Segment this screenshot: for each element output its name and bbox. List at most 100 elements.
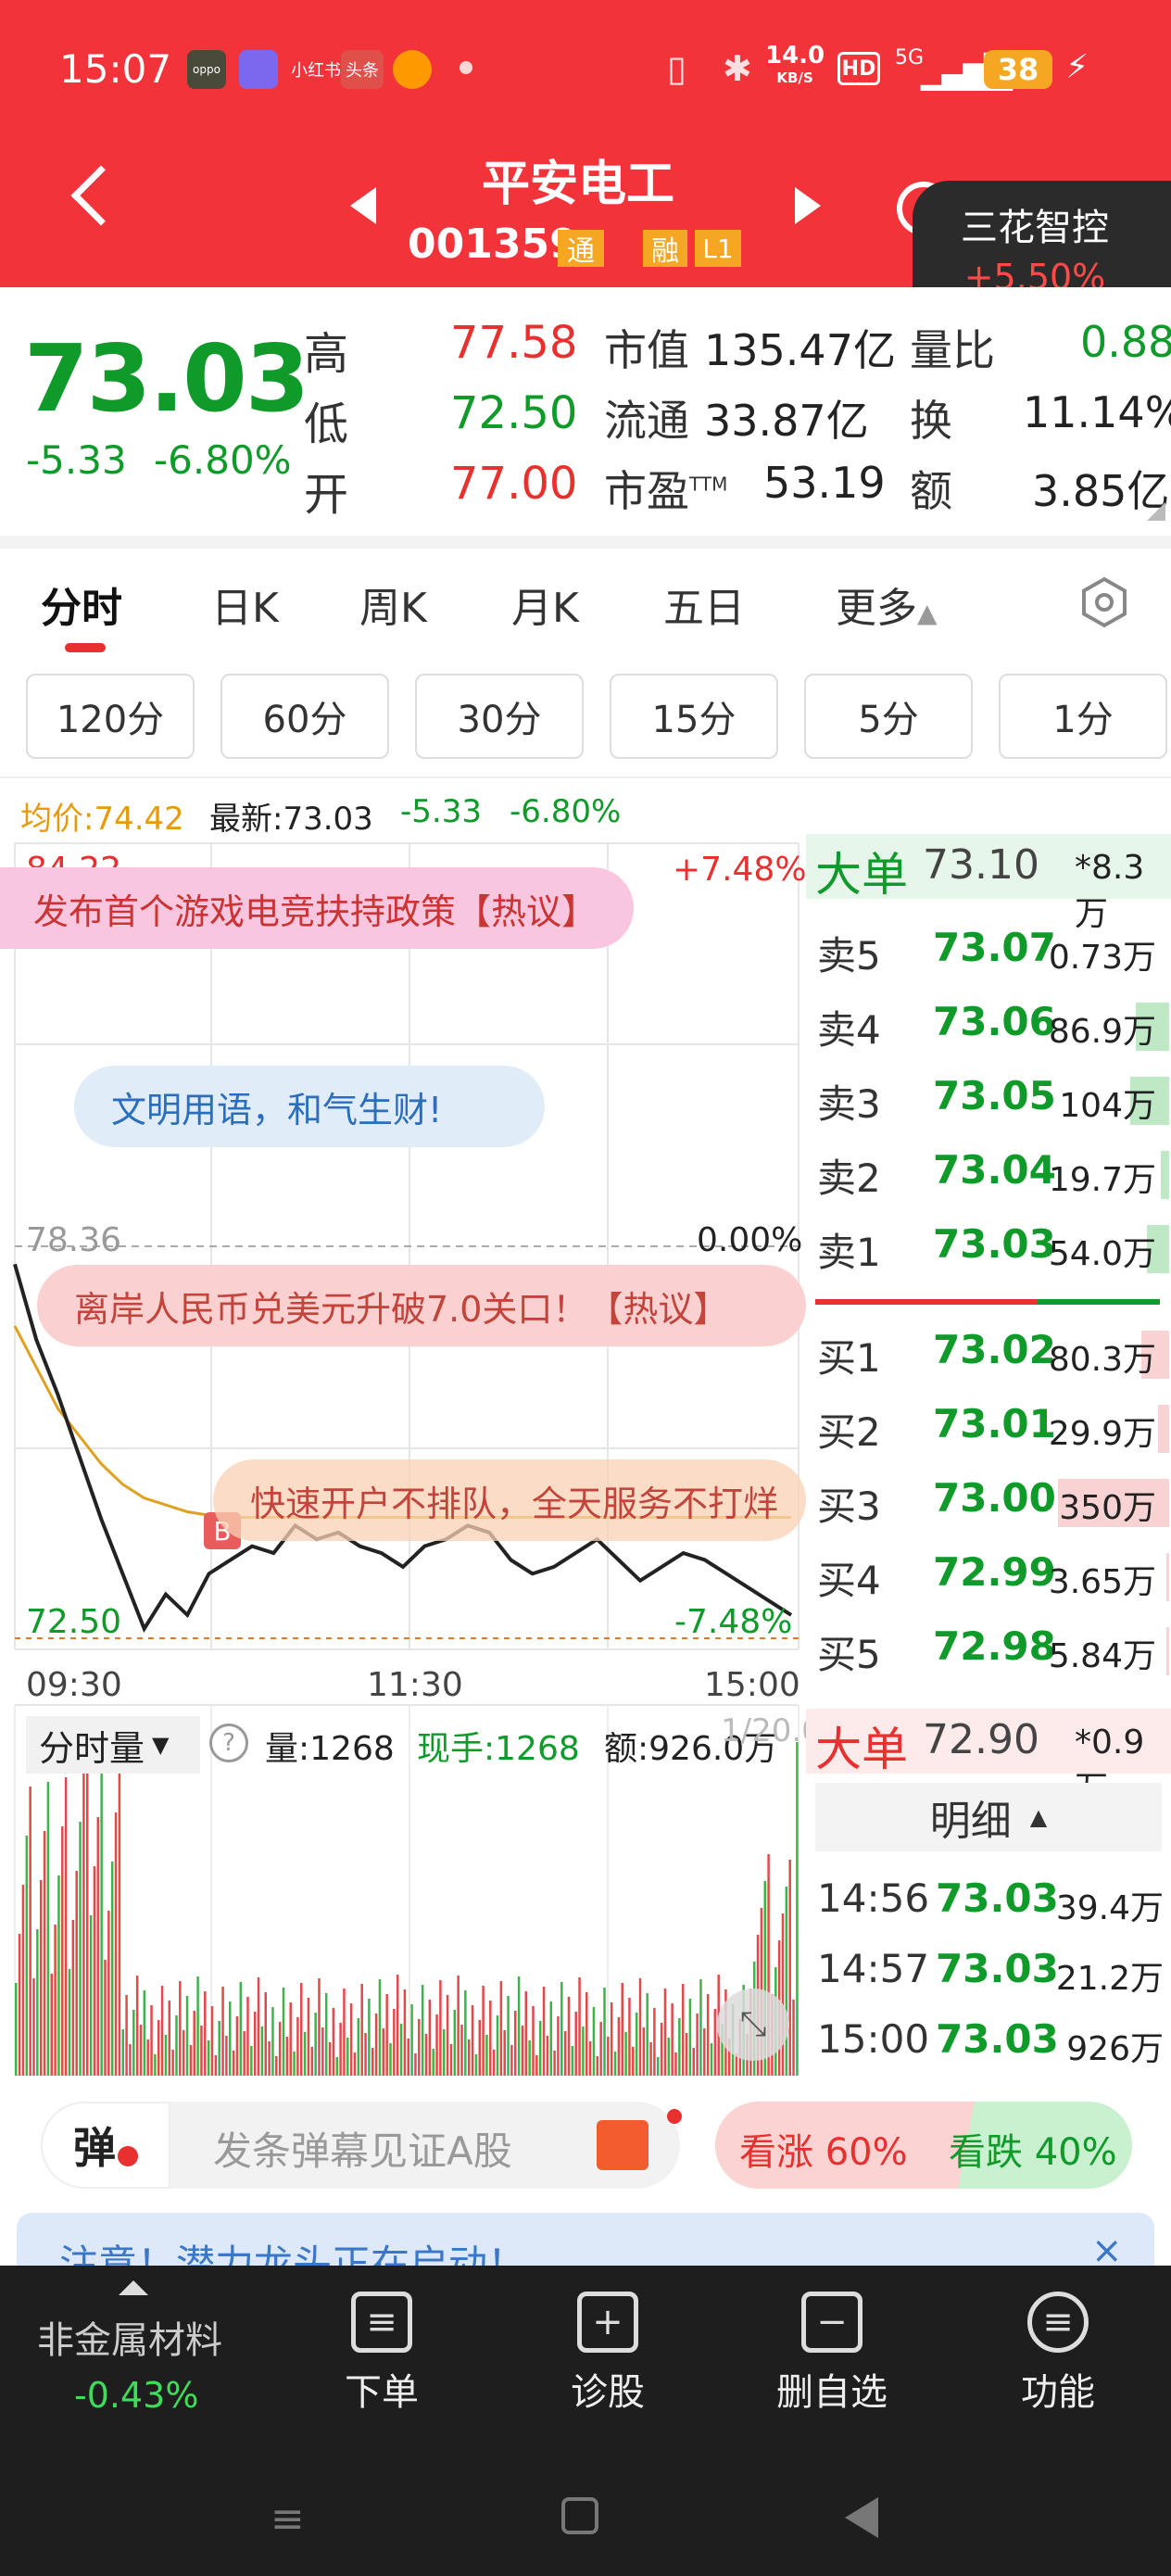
volume-bar [271, 2007, 274, 2076]
tab-daily-k[interactable]: 日K [211, 575, 279, 634]
expand-corner-icon[interactable] [1147, 502, 1165, 521]
rise-pct[interactable]: 看涨 60% [739, 2122, 908, 2176]
detail-toggle[interactable]: 明细 ▲ [815, 1783, 1162, 1851]
period-120m[interactable]: 120分 [26, 674, 195, 759]
prev-stock-icon[interactable] [350, 187, 376, 224]
danmu-bubble-4[interactable]: 快速开户不排队，全天服务不打烊 [213, 1459, 806, 1541]
period-15m[interactable]: 15分 [610, 674, 778, 759]
value-mktcap: 135.47亿 [704, 325, 896, 375]
volume-bar [646, 1993, 648, 2076]
big-order-top[interactable]: 大单 73.10 *8.3万 [806, 834, 1171, 933]
value-volratio: 0.88 [1080, 317, 1171, 367]
gift-icon[interactable] [597, 2120, 648, 2170]
volume-bar [586, 1992, 588, 2076]
volume-bar [32, 1978, 35, 2076]
tab-five-day[interactable]: 五日 [663, 575, 745, 634]
big-order-bottom[interactable]: 大单 72.90 *0.9万 [806, 1709, 1171, 1808]
volume-bar [785, 1887, 788, 2076]
bid-ask-ratio-red [815, 1299, 1038, 1305]
price-change-pct: -6.80% [154, 437, 292, 483]
bid-row-4[interactable]: 买4 72.99 3.65万 [817, 1542, 1169, 1607]
tab-active-indicator [65, 643, 106, 652]
period-5m[interactable]: 5分 [804, 674, 973, 759]
volume-bar [257, 1977, 260, 2076]
ask-row-3[interactable]: 卖3 73.05 104万 [817, 1066, 1169, 1130]
danmu-bar[interactable]: 弹 发条弹幕见证A股 [41, 2102, 682, 2189]
ask-row-5[interactable]: 卖1 73.03 54.0万 [817, 1214, 1169, 1279]
danmu-bubble-1[interactable]: 发布首个游戏电竞扶持政策【热议】 [0, 867, 634, 949]
back-icon[interactable] [70, 165, 132, 226]
tab-weekly-k[interactable]: 周K [359, 575, 427, 634]
minus-icon: − [801, 2292, 863, 2353]
volume-bar [179, 1981, 182, 2076]
tab-more[interactable]: 更多▲ [836, 575, 938, 634]
danmu-bubble-2[interactable]: 文明用语，和气生财! [74, 1066, 545, 1147]
volume-bar [524, 1991, 528, 2076]
tab-monthly-k[interactable]: 月K [511, 575, 579, 634]
tab-fenshi[interactable]: 分时 [41, 575, 122, 634]
period-1m[interactable]: 1分 [999, 674, 1167, 759]
settings-hex-icon[interactable] [1078, 576, 1130, 628]
volume-bar [517, 1976, 521, 2076]
danmu-bubble-3[interactable]: 离岸人民币兑美元升破7.0关口！【热议】 [37, 1265, 806, 1346]
sys-menu-icon[interactable]: ≡ [271, 2495, 305, 2543]
volume-bar [503, 2030, 506, 2076]
volume-bar [528, 2040, 531, 2076]
sys-home-icon[interactable] [561, 2497, 598, 2534]
notice-bar[interactable]: 注意！潜力龙头正在启动！ × [17, 2213, 1154, 2268]
close-icon[interactable]: × [1091, 2229, 1123, 2268]
bid-row-5[interactable]: 买5 72.98 5.84万 [817, 1616, 1169, 1681]
volume-bar [414, 2053, 417, 2076]
nav-functions[interactable]: ≡ 功能 [975, 2292, 1141, 2416]
sentiment-bar[interactable]: 看涨 60% 看跌 40% [715, 2102, 1132, 2189]
period-30m[interactable]: 30分 [415, 674, 584, 759]
ask-row-4[interactable]: 卖2 73.04 19.7万 [817, 1140, 1169, 1205]
value-float: 33.87亿 [704, 396, 869, 446]
nav-remove-watchlist[interactable]: − 删自选 [749, 2292, 915, 2416]
volume-bar [474, 2054, 478, 2076]
bid-row-3[interactable]: 买3 73.00 350万 [817, 1468, 1169, 1533]
volume-bar [278, 2022, 282, 2076]
sys-back-icon[interactable] [845, 2497, 878, 2538]
volume-dropdown[interactable]: 分时量 ▼ [26, 1716, 200, 1774]
volume-bar [210, 2006, 214, 2076]
label-pe: 市盈TTM [604, 466, 728, 516]
nav-order[interactable]: ≡ 下单 [298, 2292, 465, 2416]
bid-row-2[interactable]: 买2 73.01 29.9万 [817, 1394, 1169, 1458]
danmu-toggle[interactable]: 弹 [41, 2102, 170, 2189]
ask-volume-bar [1161, 1151, 1169, 1199]
period-60m[interactable]: 60分 [220, 674, 389, 759]
volume-bar [107, 1911, 110, 2076]
app-icon-toutiao: 头条 [341, 50, 384, 89]
volume-bar [318, 1978, 321, 2076]
volume-bar [542, 1987, 546, 2076]
label-float: 流通 [604, 396, 689, 446]
volume-bar [25, 1836, 29, 2076]
next-stock-icon[interactable] [795, 187, 821, 224]
volume-bar [332, 2008, 335, 2076]
ask-row-1[interactable]: 卖5 73.07 0.73万 [817, 917, 1169, 982]
fullscreen-icon[interactable]: ⤡ [717, 1989, 789, 2061]
volume-bar [129, 2044, 132, 2076]
intraday-chart[interactable]: 84.22 +7.48% 78.36 0.00% 72.50 -7.48% 09… [0, 778, 822, 2076]
volume-bar [235, 2016, 239, 2076]
volume-bar [532, 2006, 535, 2076]
signal-5g: 5G [895, 46, 925, 69]
volume-bar [343, 1989, 346, 2076]
volume-bar [57, 1875, 60, 2076]
label-mktcap: 市值 [604, 325, 689, 375]
sector-name[interactable]: 非金属材料 [37, 2310, 222, 2364]
help-icon[interactable]: ? [209, 1724, 248, 1762]
float-stock-name: 三花智控 [961, 207, 1109, 249]
bid-row-1[interactable]: 买1 73.02 80.3万 [817, 1320, 1169, 1384]
volume-bar [781, 1913, 785, 2076]
volume-bar [371, 2048, 374, 2076]
volume-bar [175, 2015, 178, 2076]
fall-pct[interactable]: 看跌 40% [949, 2122, 1117, 2176]
danmu-input[interactable]: 发条弹幕见证A股 [213, 2120, 512, 2177]
tag-rong: 融 [643, 230, 687, 268]
volume-bar [563, 2031, 567, 2076]
volume-bar [403, 1989, 407, 2076]
nav-diagnose[interactable]: + 诊股 [524, 2292, 691, 2416]
ask-row-2[interactable]: 卖4 73.06 86.9万 [817, 991, 1169, 1056]
